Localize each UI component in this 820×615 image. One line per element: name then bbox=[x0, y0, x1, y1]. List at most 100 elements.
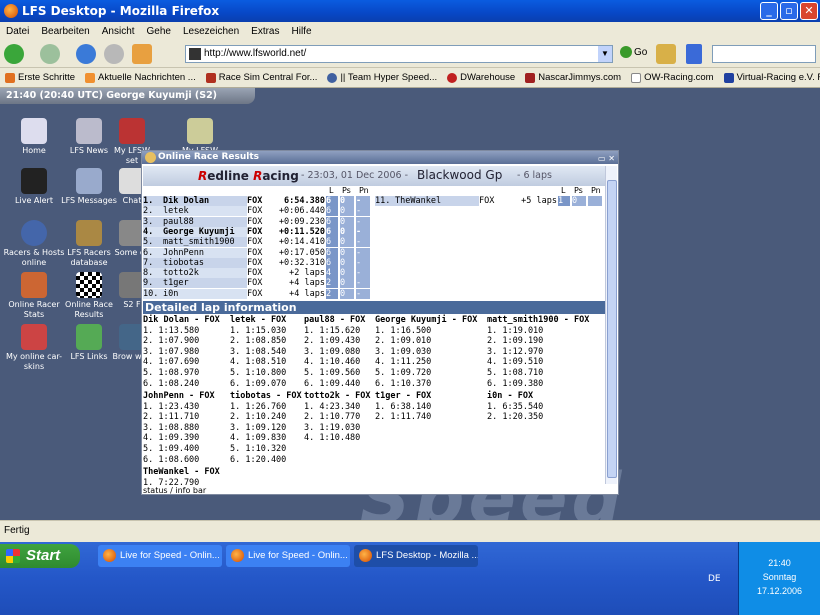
team-edline: edline bbox=[207, 169, 254, 183]
lap-time: 4. 1:09.830 bbox=[230, 433, 287, 444]
bookmark-item[interactable]: OW-Racing.com bbox=[626, 72, 719, 83]
popup-titlebar[interactable]: Online Race Results ▭ ✕ bbox=[142, 151, 618, 164]
result-row: 4. George Kuyumji FOX +0:11.520 6 0- bbox=[143, 226, 605, 237]
reload-icon[interactable] bbox=[76, 44, 96, 64]
lap-time: 6. 1:09.380 bbox=[487, 378, 544, 389]
taskbar: Start Live for Speed - Onlin... Live for… bbox=[0, 542, 820, 615]
bookmark-icon[interactable] bbox=[686, 44, 702, 64]
lap-time: 2. 1:11.710 bbox=[143, 412, 200, 423]
taskbar-item-active[interactable]: LFS Desktop - Mozilla ... bbox=[354, 545, 478, 567]
close-button[interactable]: ✕ bbox=[800, 2, 818, 20]
result-row: 8. totto2k FOX +2 laps 4 0- bbox=[143, 268, 605, 279]
menu-lesezeichen[interactable]: Lesezeichen bbox=[177, 26, 245, 37]
back-icon[interactable] bbox=[4, 44, 24, 64]
url-bar[interactable]: http://www.lfsworld.net/ ▼ bbox=[185, 45, 613, 63]
lap-time: 3. 1:09.120 bbox=[230, 422, 287, 433]
home-icon[interactable] bbox=[132, 44, 152, 64]
firefox-icon bbox=[103, 549, 116, 562]
scrollbar-thumb[interactable] bbox=[607, 180, 617, 478]
task-label: LFS Desktop - Mozilla ... bbox=[376, 550, 478, 561]
start-button[interactable]: Start bbox=[0, 544, 80, 568]
icon-label: Online Race Results bbox=[65, 300, 113, 319]
bookmark-item[interactable]: Erste Schritte bbox=[0, 72, 80, 83]
go-button[interactable]: Go bbox=[620, 46, 647, 58]
lap-time: 1. 1:16.500 bbox=[375, 325, 432, 336]
cell-pos: 11. bbox=[375, 196, 395, 206]
language-indicator[interactable]: DE bbox=[708, 574, 721, 584]
cell-car: FOX bbox=[247, 226, 263, 237]
window-title: LFS Desktop - Mozilla Firefox bbox=[22, 4, 220, 18]
taskbar-item[interactable]: Live for Speed - Onlin... bbox=[226, 545, 350, 567]
icon-label: LFS Racers database bbox=[67, 248, 111, 267]
cell-ps: 0 bbox=[340, 268, 354, 279]
minimize-button[interactable]: _ bbox=[760, 2, 778, 20]
menu-hilfe[interactable]: Hilfe bbox=[286, 26, 318, 37]
window-icon bbox=[145, 152, 156, 163]
team-name: Redline Racing bbox=[198, 169, 299, 183]
bookmark-item[interactable]: DWarehouse bbox=[442, 72, 520, 83]
car-icon bbox=[21, 324, 47, 350]
menu-bearbeiten[interactable]: Bearbeiten bbox=[35, 26, 95, 37]
bookmark-label: DWarehouse bbox=[460, 72, 516, 83]
forward-icon[interactable] bbox=[40, 44, 60, 64]
alert-icon bbox=[21, 168, 47, 194]
bookmarks-bar: Erste Schritte Aktuelle Nachrichten ... … bbox=[0, 68, 820, 88]
bookmark-label: Virtual-Racing e.V. Fo... bbox=[736, 72, 820, 83]
bookmark-item[interactable]: Race Sim Central For... bbox=[201, 72, 323, 83]
clock-time[interactable]: 21:40 bbox=[739, 558, 820, 568]
icon-label: Online Racer Stats bbox=[8, 300, 60, 319]
checkered-flag-icon bbox=[76, 272, 102, 298]
col-pn-header: Pn bbox=[359, 186, 369, 195]
cell-time: +0:32.310 bbox=[278, 257, 325, 268]
bookmark-item[interactable]: NascarJimmys.com bbox=[520, 72, 626, 83]
lap-time: 6. 1:08.600 bbox=[143, 454, 200, 465]
menu-ansicht[interactable]: Ansicht bbox=[96, 26, 141, 37]
bookmark-item[interactable]: Aktuelle Nachrichten ... bbox=[80, 72, 201, 83]
task-label: Live for Speed - Onlin... bbox=[248, 550, 348, 561]
lap-time: 1. 6:38.140 bbox=[375, 401, 432, 412]
icon-label: LFS News bbox=[69, 146, 109, 155]
team-acing: acing bbox=[262, 169, 299, 183]
cell-ps: 0 bbox=[340, 206, 354, 217]
result-row: 6. JohnPenn FOX +0:17.050 6 0- bbox=[143, 247, 605, 258]
window-titlebar: LFS Desktop - Mozilla Firefox _ ▫ ✕ bbox=[0, 0, 820, 22]
col-ps-header: Ps bbox=[342, 186, 351, 195]
menu-datei[interactable]: Datei bbox=[0, 26, 35, 37]
taskbar-item[interactable]: Live for Speed - Onlin... bbox=[98, 545, 222, 567]
lap-time: 2. 1:10.770 bbox=[304, 412, 361, 423]
team-r1: R bbox=[198, 169, 208, 183]
lap-time: 3. 1:12.970 bbox=[487, 346, 544, 357]
cell-car: FOX bbox=[479, 196, 495, 206]
bookmark-item[interactable]: || Team Hyper Speed... bbox=[322, 72, 442, 83]
cell-pos: 3. bbox=[143, 216, 163, 227]
url-dropdown-icon[interactable]: ▼ bbox=[598, 46, 612, 62]
race-results-window: Online Race Results ▭ ✕ Redline Racing -… bbox=[141, 150, 619, 495]
stop-icon[interactable] bbox=[104, 44, 124, 64]
maximize-button[interactable]: ▫ bbox=[780, 2, 798, 20]
lap-time: 3. 1:07.980 bbox=[143, 346, 200, 357]
bookmark-item[interactable]: Virtual-Racing e.V. Fo... bbox=[719, 72, 820, 83]
track-name: Blackwood Gp bbox=[417, 168, 503, 182]
lap-time: 1. 6:35.540 bbox=[487, 401, 544, 412]
icon-label: Chat bbox=[122, 196, 142, 205]
menu-gehe[interactable]: Gehe bbox=[141, 26, 177, 37]
menu-extras[interactable]: Extras bbox=[245, 26, 285, 37]
lap-time: 1. 1:15.620 bbox=[304, 325, 361, 336]
cell-pos: 9. bbox=[143, 278, 163, 289]
globe-icon bbox=[21, 220, 47, 246]
icon-label: Racers & Hosts online bbox=[3, 248, 65, 267]
race-header: Redline Racing - 23:03, 01 Dec 2006 - Bl… bbox=[143, 166, 605, 186]
cell-time: +0:09.230 bbox=[278, 216, 325, 227]
vertical-scrollbar[interactable] bbox=[605, 166, 617, 484]
cell-ps: 0 bbox=[340, 257, 354, 268]
search-input[interactable] bbox=[712, 45, 816, 63]
bookmark-label: NascarJimmys.com bbox=[538, 72, 622, 83]
icon-label: LFS Links bbox=[70, 352, 108, 361]
col-l-header: L bbox=[329, 186, 334, 195]
cell-pos: 5. bbox=[143, 237, 163, 248]
lap-time: 2. 1:09.430 bbox=[304, 336, 361, 347]
lap-time: 3. 1:08.540 bbox=[230, 346, 287, 357]
popup-window-controls[interactable]: ▭ ✕ bbox=[598, 152, 615, 165]
race-laps: - 6 laps bbox=[517, 170, 552, 181]
download-icon[interactable] bbox=[656, 44, 676, 64]
